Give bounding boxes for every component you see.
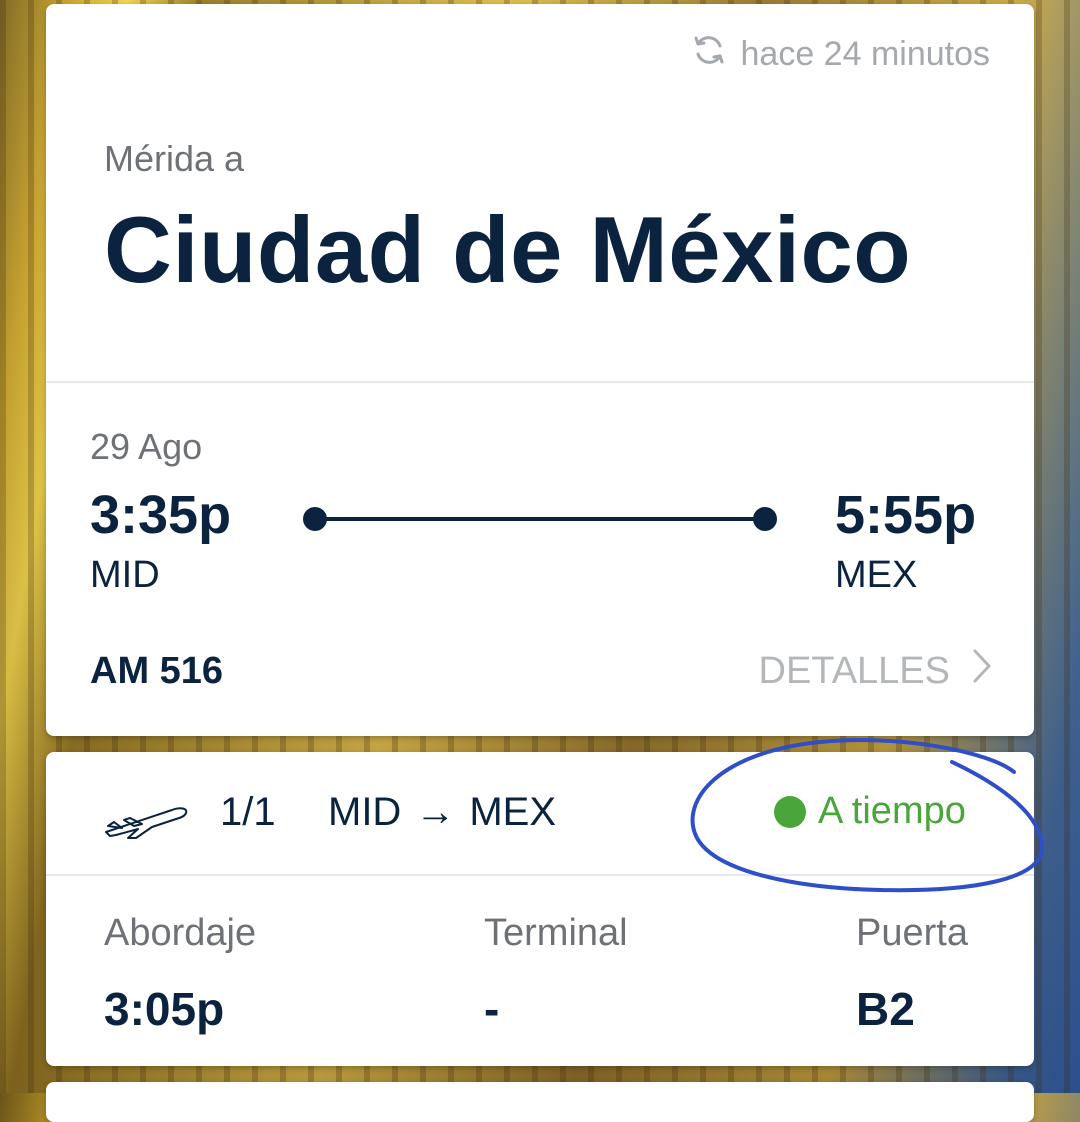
segment-row: 1/1 MID → MEX A tiempo xyxy=(46,752,1034,874)
details-label: DETALLES xyxy=(758,649,950,692)
status-text: A tiempo xyxy=(818,790,966,832)
origin-city: Mérida a xyxy=(104,138,245,179)
boarding-time: 3:05p xyxy=(104,983,225,1035)
chevron-right-icon xyxy=(972,648,992,694)
gate-value: B2 xyxy=(856,983,915,1035)
terminal-value: - xyxy=(484,983,500,1035)
arrival-code: MEX xyxy=(835,554,918,596)
next-card-peek[interactable] xyxy=(46,1082,1034,1122)
segment-route: MID → MEX xyxy=(328,790,556,835)
departure-time: 3:35p xyxy=(90,485,232,545)
gate-label: Puerta xyxy=(856,912,968,954)
divider xyxy=(46,874,1034,876)
flight-summary-card[interactable]: hace 24 minutos Mérida a Ciudad de Méxic… xyxy=(46,4,1034,736)
arrow-right-icon: → xyxy=(415,790,456,834)
departure-code: MID xyxy=(90,554,160,596)
details-link[interactable]: DETALLES xyxy=(759,648,992,694)
route-start-dot xyxy=(303,507,327,531)
segment-to: MEX xyxy=(469,790,557,834)
arrival-time: 5:55p xyxy=(835,485,977,545)
segment-status-card[interactable]: 1/1 MID → MEX A tiempo Abordaje 3:05p Te… xyxy=(46,752,1034,1066)
last-updated[interactable]: hace 24 minutos xyxy=(691,32,991,77)
route-end-dot xyxy=(753,507,777,531)
route-line xyxy=(316,517,764,521)
status-badge: A tiempo xyxy=(774,790,966,833)
segment-from: MID xyxy=(328,790,402,834)
divider xyxy=(46,381,1034,383)
refresh-icon[interactable] xyxy=(691,32,727,77)
boarding-label: Abordaje xyxy=(104,912,257,954)
last-updated-text: hace 24 minutos xyxy=(740,35,991,73)
segment-count: 1/1 xyxy=(220,790,276,834)
airplane-icon xyxy=(102,796,190,845)
flight-date: 29 Ago xyxy=(90,426,203,467)
flight-number: AM 516 xyxy=(90,650,224,692)
destination-city: Ciudad de México xyxy=(104,197,912,302)
terminal-label: Terminal xyxy=(484,912,628,954)
status-dot-icon xyxy=(774,795,806,828)
